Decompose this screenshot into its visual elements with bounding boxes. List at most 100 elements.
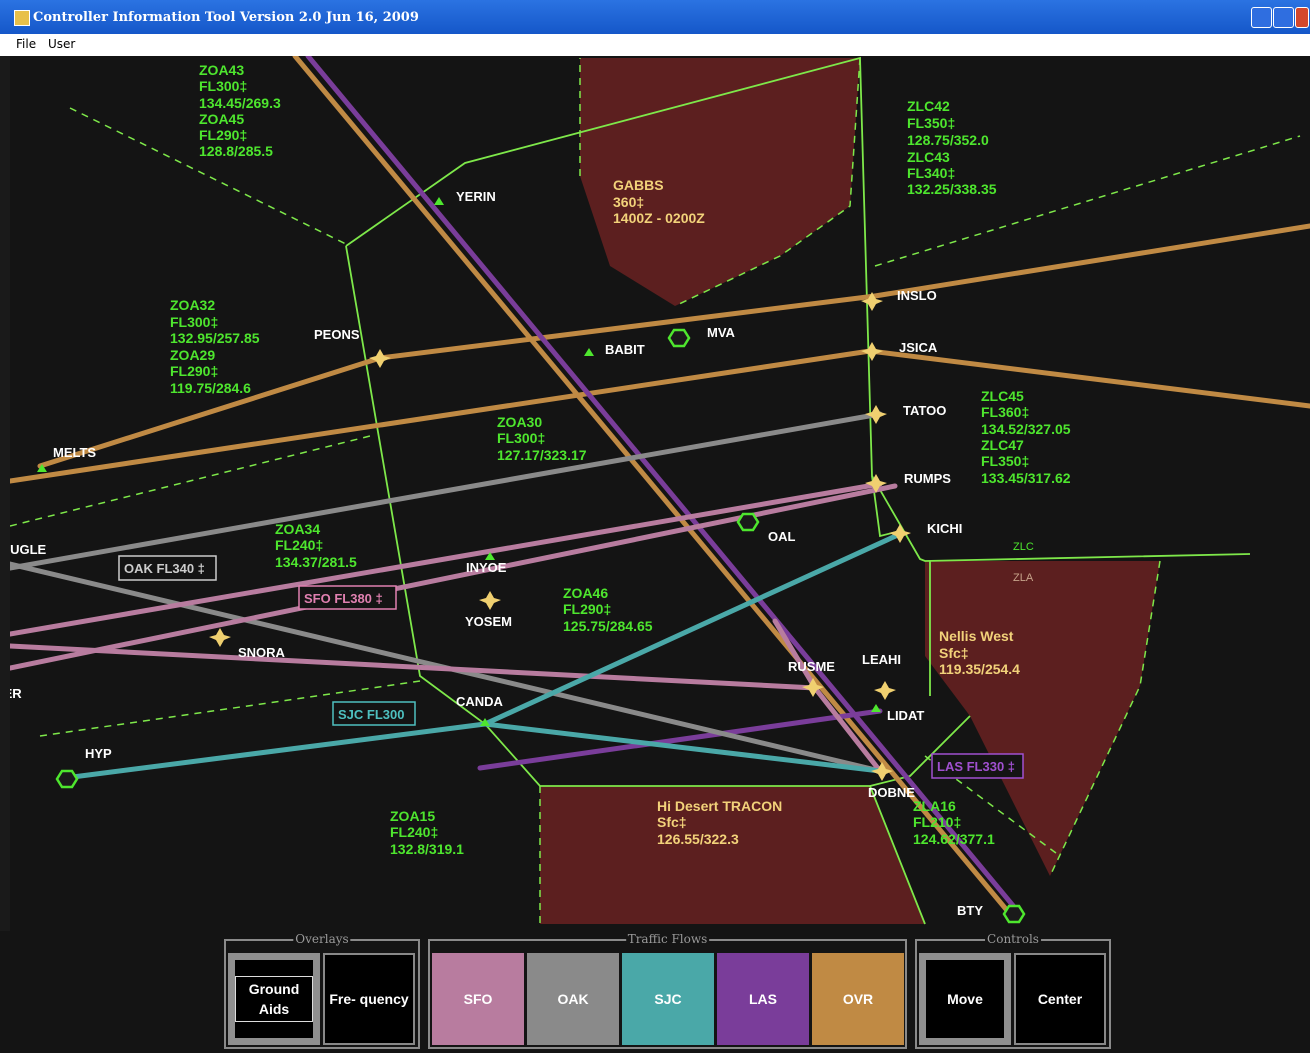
- svg-text:ZLC45: ZLC45: [981, 388, 1024, 404]
- fix-label-kichi: KICHI: [927, 521, 962, 536]
- fix-label-inyoe: INYOE: [466, 560, 507, 575]
- svg-text:ZOA32: ZOA32: [170, 297, 215, 313]
- fix-label-bty: BTY: [957, 903, 983, 918]
- svg-text:ZOA46: ZOA46: [563, 585, 608, 601]
- ground-aids-label: Ground Aids: [235, 976, 313, 1022]
- ground-aids-button[interactable]: Ground Aids: [228, 953, 320, 1045]
- svg-text:FL300‡: FL300‡: [170, 314, 218, 330]
- flow-tag-sfo[interactable]: SFO FL380 ‡: [298, 585, 397, 610]
- svg-text:ZOA29: ZOA29: [170, 347, 215, 363]
- las-flow-line: [477, 708, 883, 771]
- oak-flow-line: [10, 411, 883, 571]
- svg-text:ZOA45: ZOA45: [199, 111, 244, 127]
- svg-text:134.52/327.05: 134.52/327.05: [981, 421, 1071, 437]
- fix-label-ier: IER: [10, 686, 22, 701]
- sector-info-zoa43: ZOA43 FL300‡ 134.45/269.3 ZOA45 FL290‡ 1…: [199, 62, 281, 159]
- sjc-flow-line: [62, 721, 488, 781]
- svg-text:360‡: 360‡: [613, 194, 644, 210]
- fix-label-tatoo: TATOO: [903, 403, 946, 418]
- overlays-title: Overlays: [293, 932, 351, 946]
- svg-text:FL360‡: FL360‡: [981, 404, 1029, 420]
- boundary-label-zla: ZLA: [1013, 572, 1034, 584]
- controls-title: Controls: [985, 932, 1041, 946]
- sector-info-zoa46: ZOA46 FL290‡ 125.75/284.65: [563, 585, 653, 634]
- sector-info-zlc45: ZLC45 FL360‡ 134.52/327.05 ZLC47 FL350‡ …: [981, 388, 1071, 486]
- fix-label-melts: MELTS: [53, 445, 96, 460]
- minimize-button[interactable]: [1251, 7, 1272, 28]
- svg-text:ZOA34: ZOA34: [275, 521, 320, 537]
- ovr-flow-line: [10, 348, 873, 484]
- navaid-mva: [667, 328, 691, 348]
- svg-text:127.17/323.17: 127.17/323.17: [497, 447, 587, 463]
- control-panel: Overlays Ground Aids Fre- quency Traffic…: [0, 931, 1310, 1053]
- flow-button-sfo[interactable]: SFO: [432, 953, 524, 1045]
- flow-button-las[interactable]: LAS: [717, 953, 809, 1045]
- svg-text:133.45/317.62: 133.45/317.62: [981, 470, 1071, 486]
- svg-text:ZOA15: ZOA15: [390, 808, 435, 824]
- svg-text:ZLC43: ZLC43: [907, 149, 950, 165]
- frequency-label: Fre- quency: [329, 991, 409, 1007]
- svg-text:119.35/254.4: 119.35/254.4: [939, 661, 1020, 677]
- fix-star-snora: [209, 628, 231, 647]
- flow-tag-las[interactable]: LAS FL330 ‡: [931, 753, 1024, 779]
- sector-info-zlc42: ZLC42 FL350‡ 128.75/352.0 ZLC43 FL340‡ 1…: [907, 98, 997, 197]
- close-button[interactable]: [1295, 7, 1309, 28]
- svg-text:FL300‡: FL300‡: [497, 430, 545, 446]
- svg-text:LAS FL330 ‡: LAS FL330 ‡: [937, 759, 1015, 774]
- svg-text:SJC FL300: SJC FL300: [338, 707, 404, 722]
- overlays-group: Overlays Ground Aids Fre- quency: [224, 932, 420, 1049]
- svg-text:128.8/285.5: 128.8/285.5: [199, 143, 273, 159]
- airspace-map[interactable]: YERIN PEONS BABIT MVA INSLO JSICA TATOO …: [10, 56, 1310, 931]
- flow-button-sjc[interactable]: SJC: [622, 953, 714, 1045]
- svg-text:132.95/257.85: 132.95/257.85: [170, 330, 260, 346]
- svg-text:125.75/284.65: 125.75/284.65: [563, 618, 653, 634]
- flow-button-ovr[interactable]: OVR: [812, 953, 904, 1045]
- svg-text:FL350‡: FL350‡: [907, 115, 955, 131]
- svg-text:FL210‡: FL210‡: [913, 814, 961, 830]
- svg-text:FL290‡: FL290‡: [563, 601, 611, 617]
- fix-triangles: [37, 197, 881, 726]
- svg-text:GABBS: GABBS: [613, 177, 664, 193]
- sector-info-zoa30: ZOA30 FL300‡ 127.17/323.17: [497, 414, 587, 463]
- svg-text:Hi Desert TRACON: Hi Desert TRACON: [657, 798, 782, 814]
- svg-text:Nellis West: Nellis West: [939, 628, 1014, 644]
- window-title: Controller Information Tool Version 2.0 …: [33, 10, 419, 25]
- sector-info-zoa34: ZOA34 FL240‡ 134.37/281.5: [275, 521, 357, 570]
- menu-file[interactable]: File: [16, 37, 36, 51]
- fix-label-jsica: JSICA: [899, 340, 938, 355]
- sfo-flow-line: [10, 643, 818, 691]
- fix-label-hyp: HYP: [85, 746, 112, 761]
- navaid-bty: [1002, 904, 1026, 924]
- fix-star-yosem: [479, 591, 501, 610]
- menu-user[interactable]: User: [48, 37, 75, 51]
- ovr-flow-line: [872, 223, 1310, 299]
- svg-text:SFO FL380 ‡: SFO FL380 ‡: [304, 591, 383, 606]
- fix-label-babit: BABIT: [605, 342, 645, 357]
- svg-text:ZLC42: ZLC42: [907, 98, 950, 114]
- fix-triangle-babit: [584, 348, 594, 356]
- svg-text:ZLA16: ZLA16: [913, 798, 956, 814]
- sector-info-zoa32: ZOA32 FL300‡ 132.95/257.85 ZOA29 FL290‡ …: [170, 297, 260, 396]
- center-button[interactable]: Center: [1014, 953, 1106, 1045]
- controls-group: Controls Move Center: [915, 932, 1111, 1049]
- move-button[interactable]: Move: [919, 953, 1011, 1045]
- svg-text:FL340‡: FL340‡: [907, 165, 955, 181]
- flow-button-oak[interactable]: OAK: [527, 953, 619, 1045]
- flow-tag-oak[interactable]: OAK FL340 ‡: [118, 555, 217, 581]
- fix-label-lidat: LIDAT: [887, 708, 924, 723]
- maximize-button[interactable]: [1273, 7, 1294, 28]
- fix-label-peons: PEONS: [314, 327, 360, 342]
- fix-label-canda: CANDA: [456, 694, 504, 709]
- map-canvas[interactable]: YERIN PEONS BABIT MVA INSLO JSICA TATOO …: [10, 56, 1310, 931]
- svg-text:FL290‡: FL290‡: [199, 127, 247, 143]
- flow-tag-sjc[interactable]: SJC FL300: [332, 701, 416, 726]
- frequency-button[interactable]: Fre- quency: [323, 953, 415, 1045]
- svg-text:1400Z - 0200Z: 1400Z - 0200Z: [613, 210, 705, 226]
- fix-star-jsica: [861, 342, 883, 361]
- fix-triangle-lidat: [871, 704, 881, 712]
- svg-text:132.8/319.1: 132.8/319.1: [390, 841, 464, 857]
- app-icon: [14, 10, 30, 26]
- navaid-oal: [736, 512, 760, 532]
- sector-info-zla16: ZLA16 FL210‡ 124.62/377.1: [913, 798, 995, 847]
- svg-text:134.37/281.5: 134.37/281.5: [275, 554, 357, 570]
